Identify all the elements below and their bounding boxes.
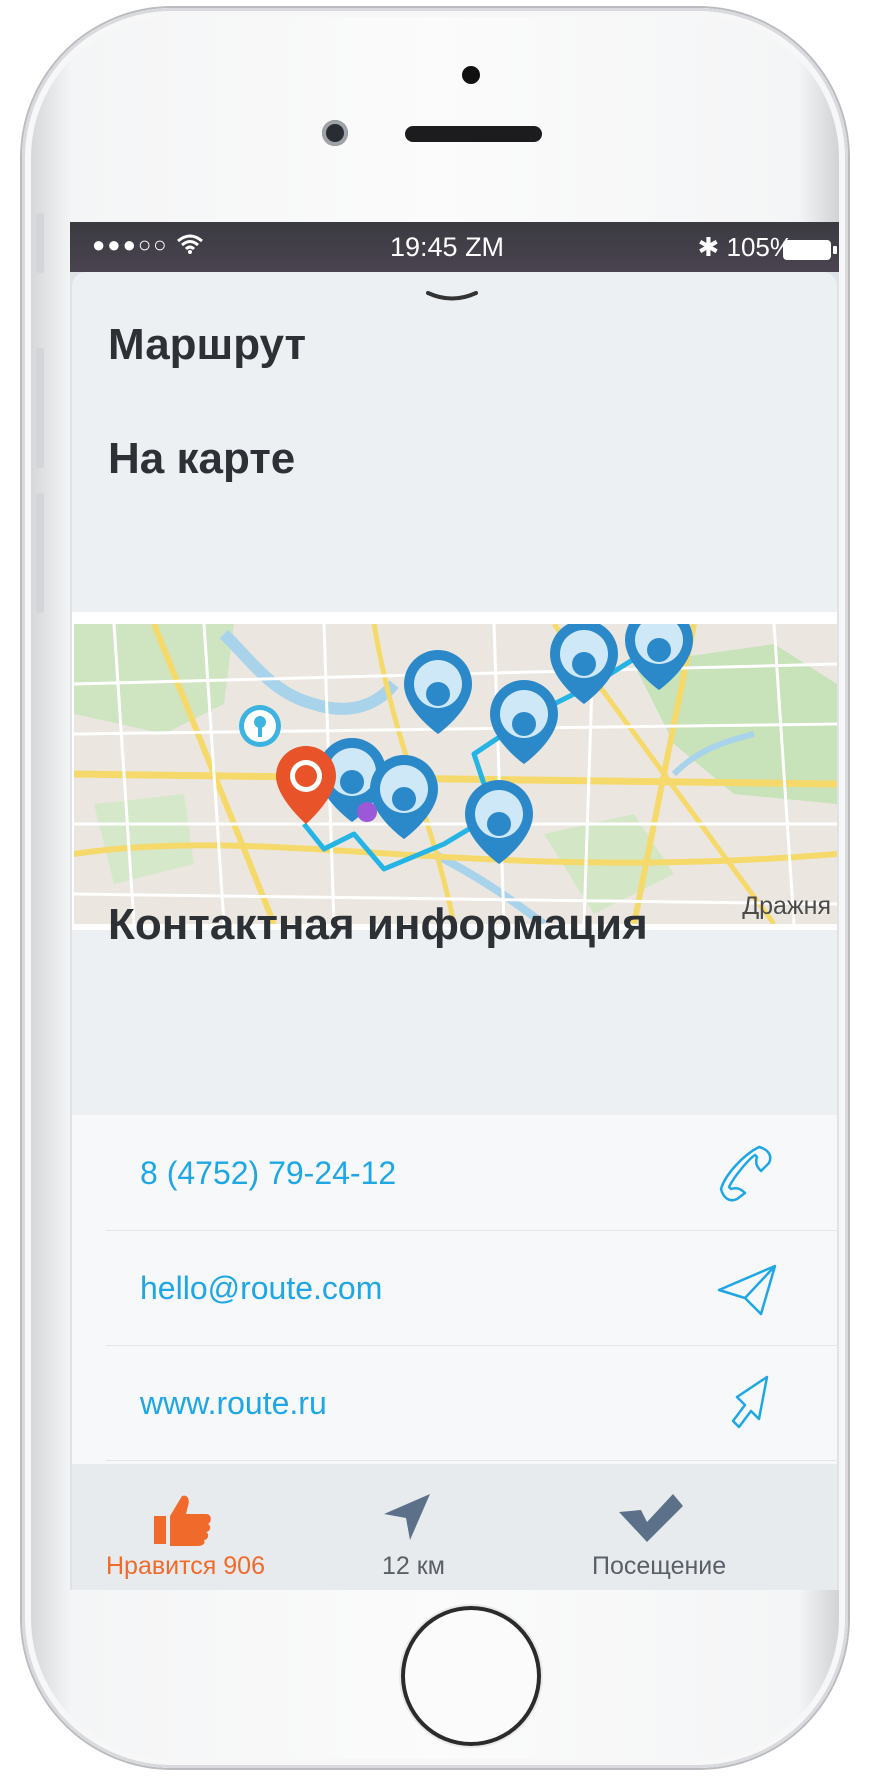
phone-number[interactable]: 8 (4752) 79-24-12 <box>140 1155 396 1192</box>
earpiece-speaker <box>405 126 542 142</box>
mute-switch <box>36 213 44 273</box>
contacts-list: 8 (4752) 79-24-12 hello@route.com www.ro… <box>72 1115 837 1465</box>
volume-down-button <box>36 493 44 613</box>
clock: 19:45 ZM <box>390 232 505 262</box>
map-container: Дражня <box>72 612 837 930</box>
visit-label[interactable]: Посещение <box>592 1552 726 1581</box>
website-url[interactable]: www.route.ru <box>140 1385 327 1422</box>
poi-marker-icon <box>490 680 558 764</box>
route-map[interactable]: Дражня <box>74 624 837 924</box>
poi-marker-icon <box>550 624 618 704</box>
battery-status: ✱ 105% <box>697 232 793 263</box>
current-location-marker-icon <box>276 746 336 824</box>
phone-icon[interactable] <box>715 1141 779 1205</box>
route-title: Маршрут <box>108 320 307 369</box>
sheet-grabber-icon[interactable] <box>424 290 480 302</box>
wifi-icon <box>176 234 203 254</box>
checkmark-icon[interactable] <box>617 1492 685 1544</box>
battery-icon <box>783 240 837 260</box>
poi-dot-icon <box>357 802 377 822</box>
screen: ●●●○○ 19:45 ZM ✱ 105% Маршрут На карте Д… <box>70 222 839 1590</box>
poi-marker-icon <box>465 780 533 864</box>
like-count-label[interactable]: Нравится 906 <box>106 1552 265 1581</box>
cursor-icon[interactable] <box>715 1371 779 1435</box>
map-place-label: Дражня <box>742 892 831 920</box>
volume-up-button <box>36 348 44 468</box>
entrance-marker-icon <box>239 705 281 747</box>
home-button[interactable] <box>401 1606 541 1746</box>
thumbs-up-icon[interactable] <box>152 1492 212 1548</box>
map-title: На карте <box>108 434 296 483</box>
proximity-sensor <box>462 66 480 84</box>
send-icon[interactable] <box>715 1256 779 1320</box>
signal-strength: ●●●○○ <box>92 232 203 258</box>
distance-label[interactable]: 12 км <box>382 1552 445 1581</box>
detail-sheet: Маршрут На карте Дражня Контактная инфор… <box>72 272 837 1590</box>
tab-bar: Нравится 906 12 км Посещение <box>72 1464 837 1590</box>
poi-marker-icon <box>404 650 472 734</box>
contact-row-phone[interactable]: 8 (4752) 79-24-12 <box>106 1115 837 1231</box>
contact-row-email[interactable]: hello@route.com <box>106 1230 837 1346</box>
contacts-title: Контактная информация <box>108 900 648 949</box>
front-camera <box>322 120 348 146</box>
navigation-icon[interactable] <box>382 1492 432 1542</box>
status-bar: ●●●○○ 19:45 ZM ✱ 105% <box>70 222 839 272</box>
email-address[interactable]: hello@route.com <box>140 1270 382 1307</box>
bluetooth-icon: ✱ <box>697 232 720 262</box>
contact-row-website[interactable]: www.route.ru <box>106 1345 837 1461</box>
map-graphic <box>74 624 837 924</box>
